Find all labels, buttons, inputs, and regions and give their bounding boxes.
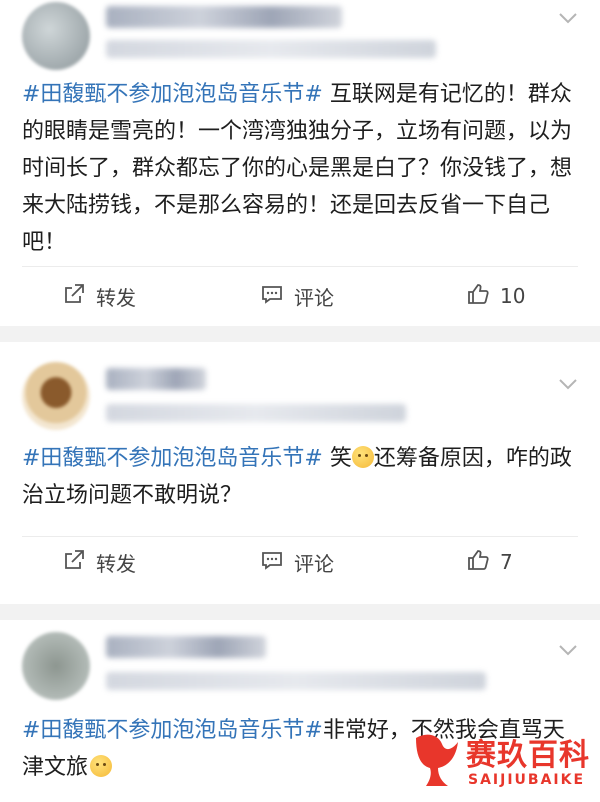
like-button[interactable]: 10 — [466, 276, 525, 316]
comment-icon — [260, 548, 284, 577]
emoji-icon — [90, 755, 113, 777]
topic-link[interactable]: #田馥甄不参加泡泡岛音乐节# — [22, 446, 323, 471]
repost-label: 转发 — [96, 551, 136, 576]
comment-label: 评论 — [294, 551, 334, 576]
divider — [22, 266, 578, 267]
post-card: #田馥甄不参加泡泡岛音乐节# 互联网是有记忆的！群众的眼睛是雪亮的！一个湾湾独独… — [0, 0, 600, 326]
post-meta-blurred — [106, 672, 486, 690]
like-button[interactable]: 7 — [466, 542, 513, 582]
post-card: #田馥甄不参加泡泡岛音乐节# 笑还筹备原因，咋的政治立场问题不敢明说？ 转发 评… — [0, 342, 600, 604]
repost-icon — [62, 548, 86, 577]
chevron-down-icon[interactable] — [556, 638, 580, 662]
watermark: 赛玖百科 SAIJIUBAIKE — [412, 722, 598, 800]
comment-button[interactable]: 评论 — [260, 276, 334, 316]
post-meta-blurred — [106, 404, 406, 422]
topic-link[interactable]: #田馥甄不参加泡泡岛音乐节# — [22, 82, 323, 107]
avatar[interactable] — [22, 2, 90, 70]
chevron-down-icon[interactable] — [556, 6, 580, 30]
username-blurred[interactable] — [106, 636, 266, 658]
comment-label: 评论 — [294, 285, 334, 310]
comment-button[interactable]: 评论 — [260, 542, 334, 582]
divider — [22, 536, 578, 537]
avatar[interactable] — [22, 362, 90, 430]
watermark-text: 赛玖百科 — [466, 738, 590, 773]
topic-link[interactable]: #田馥甄不参加泡泡岛音乐节# — [22, 718, 323, 743]
repost-button[interactable]: 转发 — [62, 276, 136, 316]
emoji-icon — [351, 446, 374, 468]
post-text: #田馥甄不参加泡泡岛音乐节# 笑还筹备原因，咋的政治立场问题不敢明说？ — [22, 440, 582, 514]
action-bar: 转发 评论 10 — [0, 276, 600, 316]
post-body: 互联网是有记忆的！群众的眼睛是雪亮的！一个湾湾独独分子，立场有问题，以为时间长了… — [22, 82, 573, 255]
comment-icon — [260, 282, 284, 311]
like-count: 10 — [500, 284, 526, 308]
repost-icon — [62, 282, 86, 311]
repost-label: 转发 — [96, 285, 136, 310]
username-blurred[interactable] — [106, 368, 206, 390]
avatar[interactable] — [22, 632, 90, 700]
post-body: 笑 — [322, 446, 352, 471]
repost-button[interactable]: 转发 — [62, 542, 136, 582]
action-bar: 转发 评论 7 — [0, 542, 600, 582]
watermark-subtext: SAIJIUBAIKE — [468, 772, 586, 788]
chevron-down-icon[interactable] — [556, 372, 580, 396]
post-meta-blurred — [106, 40, 436, 58]
like-icon — [466, 282, 490, 311]
post-text: #田馥甄不参加泡泡岛音乐节# 互联网是有记忆的！群众的眼睛是雪亮的！一个湾湾独独… — [22, 76, 582, 261]
like-icon — [466, 548, 490, 577]
watermark-logo-icon — [416, 734, 458, 786]
like-count: 7 — [500, 550, 513, 574]
username-blurred[interactable] — [106, 6, 342, 28]
